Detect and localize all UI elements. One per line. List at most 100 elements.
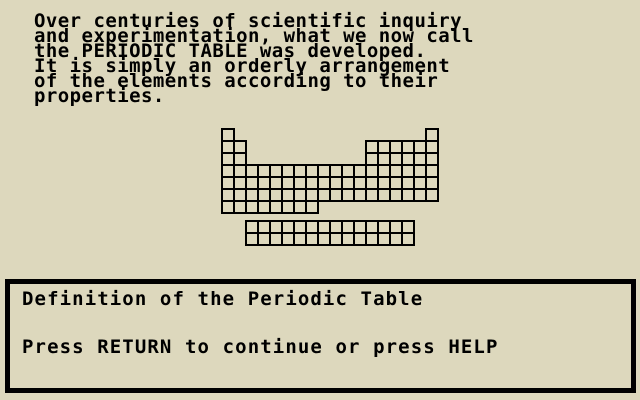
periodic-table-cell	[281, 188, 295, 202]
periodic-table-cell	[413, 140, 427, 154]
periodic-table-cell	[233, 152, 247, 166]
periodic-table-cell	[377, 152, 391, 166]
f-block-cell	[317, 220, 331, 234]
prompt-box: Definition of the Periodic Table Press R…	[5, 279, 636, 393]
f-block-cell	[293, 232, 307, 246]
periodic-table-cell	[257, 176, 271, 190]
periodic-table-cell	[221, 200, 235, 214]
periodic-table-cell	[341, 188, 355, 202]
periodic-table-cell	[389, 164, 403, 178]
periodic-table-cell	[425, 188, 439, 202]
f-block-cell	[401, 232, 415, 246]
periodic-table-cell	[425, 152, 439, 166]
periodic-table-cell	[353, 188, 367, 202]
periodic-table-cell	[221, 164, 235, 178]
periodic-table-cell	[425, 128, 439, 142]
f-block-cell	[269, 232, 283, 246]
prompt-middle: to continue or press	[172, 336, 449, 358]
periodic-table-cell	[365, 152, 379, 166]
periodic-table-cell	[425, 140, 439, 154]
f-block-cell	[281, 232, 295, 246]
periodic-table-cell	[353, 164, 367, 178]
f-block-cell	[341, 220, 355, 234]
periodic-table-icon-wrap	[0, 0, 640, 260]
periodic-table-cell	[281, 176, 295, 190]
periodic-table-cell	[317, 164, 331, 178]
periodic-table-cell	[305, 176, 319, 190]
periodic-table-cell	[413, 176, 427, 190]
f-block-cell	[329, 220, 343, 234]
periodic-table-cell	[365, 188, 379, 202]
f-block-cell	[353, 220, 367, 234]
f-block-cell	[245, 220, 259, 234]
f-block-cell	[257, 232, 271, 246]
periodic-table-cell	[389, 188, 403, 202]
periodic-table-cell	[401, 152, 415, 166]
periodic-table-cell	[281, 200, 295, 214]
return-key-hint[interactable]: RETURN	[97, 336, 172, 358]
screen: Over centuries of scientific inquiry and…	[0, 0, 640, 400]
periodic-table-cell	[401, 164, 415, 178]
f-block-cell	[317, 232, 331, 246]
periodic-table-cell	[221, 188, 235, 202]
periodic-table-cell	[233, 188, 247, 202]
f-block-cell	[329, 232, 343, 246]
f-block-cell	[341, 232, 355, 246]
periodic-table-cell	[341, 176, 355, 190]
help-key-hint[interactable]: HELP	[448, 336, 498, 358]
f-block-cell	[365, 232, 379, 246]
periodic-table-cell	[317, 176, 331, 190]
periodic-table-cell	[257, 188, 271, 202]
periodic-table-cell	[257, 200, 271, 214]
periodic-table-cell	[305, 164, 319, 178]
periodic-table-cell	[389, 152, 403, 166]
f-block-cell	[401, 220, 415, 234]
prompt-prefix: Press	[22, 336, 98, 358]
periodic-table-cell	[413, 188, 427, 202]
periodic-table-cell	[305, 200, 319, 214]
periodic-table-cell	[269, 176, 283, 190]
periodic-table-cell	[341, 164, 355, 178]
periodic-table-cell	[269, 164, 283, 178]
periodic-table-cell	[245, 164, 259, 178]
periodic-table-cell	[221, 128, 235, 142]
periodic-table-cell	[425, 164, 439, 178]
periodic-table-cell	[365, 140, 379, 154]
periodic-table-cell	[377, 140, 391, 154]
periodic-table-cell	[305, 188, 319, 202]
f-block-cell	[305, 232, 319, 246]
f-block-cell	[269, 220, 283, 234]
periodic-table-cell	[389, 176, 403, 190]
f-block-cell	[353, 232, 367, 246]
periodic-table-cell	[389, 140, 403, 154]
periodic-table-cell	[377, 176, 391, 190]
f-block-cell	[377, 232, 391, 246]
f-block-cell	[389, 232, 403, 246]
periodic-table-cell	[233, 164, 247, 178]
periodic-table-cell	[269, 188, 283, 202]
periodic-table-cell	[413, 152, 427, 166]
f-block-cell	[365, 220, 379, 234]
periodic-table-cell	[401, 140, 415, 154]
periodic-table-cell	[329, 188, 343, 202]
periodic-table-cell	[281, 164, 295, 178]
periodic-table-cell	[293, 188, 307, 202]
periodic-table-cell	[245, 200, 259, 214]
f-block-cell	[377, 220, 391, 234]
periodic-table-cell	[317, 188, 331, 202]
periodic-table-cell	[401, 176, 415, 190]
periodic-table-cell	[425, 176, 439, 190]
prompt-title: Definition of the Periodic Table	[22, 288, 424, 310]
periodic-table-cell	[353, 176, 367, 190]
periodic-table-cell	[221, 152, 235, 166]
periodic-table-cell	[401, 188, 415, 202]
periodic-table-cell	[377, 188, 391, 202]
periodic-table-cell	[221, 140, 235, 154]
periodic-table-cell	[365, 164, 379, 178]
periodic-table-cell	[293, 200, 307, 214]
periodic-table-cell	[245, 188, 259, 202]
periodic-table-cell	[329, 164, 343, 178]
f-block-cell	[389, 220, 403, 234]
periodic-table-cell	[233, 140, 247, 154]
periodic-table-cell	[293, 164, 307, 178]
